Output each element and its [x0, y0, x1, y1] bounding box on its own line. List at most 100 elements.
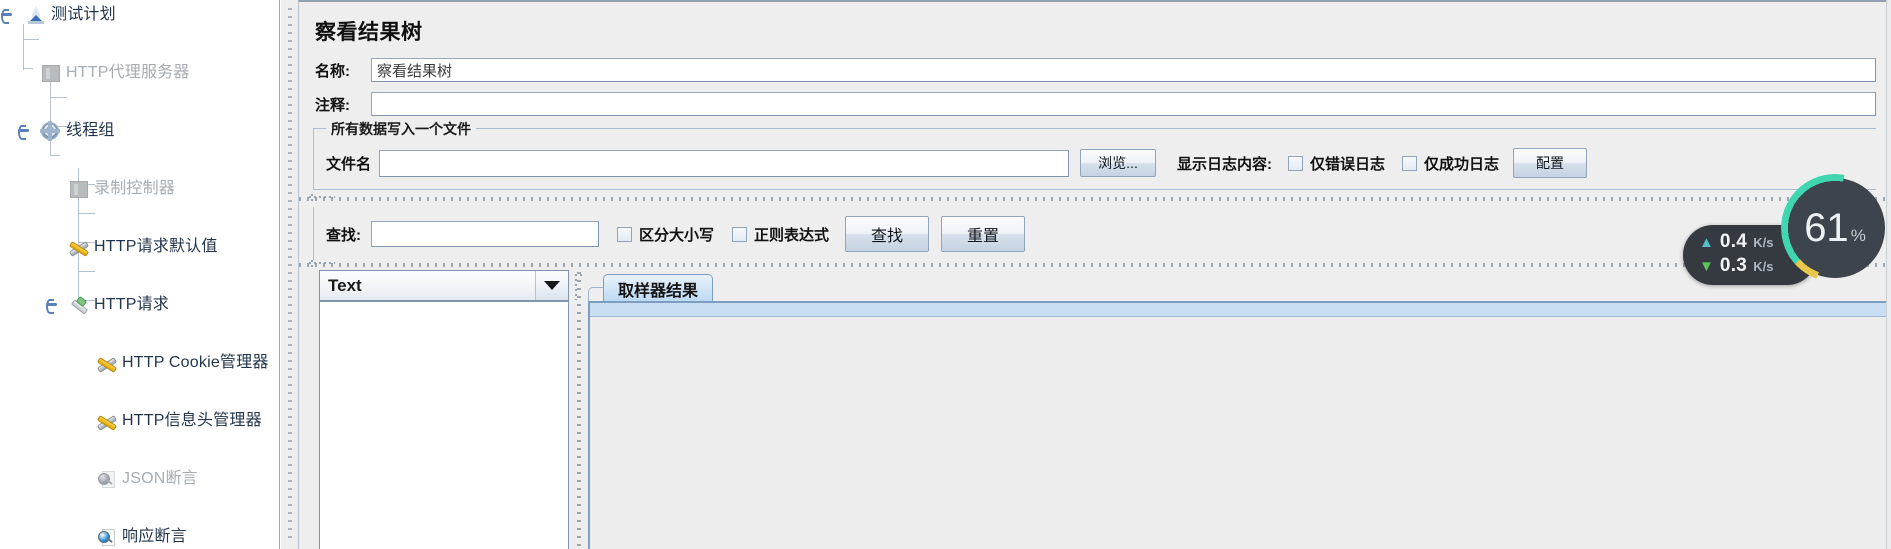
- proxy-server-icon: [40, 63, 60, 83]
- search-label: 查找:: [326, 224, 361, 245]
- splitter-grip: [299, 197, 1891, 201]
- test-plan-tree[interactable]: 测试计划 HTTP代理服务器 线程组 录制控制器 HTTP请求默认值 HTTP请…: [0, 0, 280, 549]
- tree-expander-icon[interactable]: [18, 125, 29, 136]
- regex-label: 正则表达式: [754, 224, 829, 245]
- errors-only-label: 仅错误日志: [1310, 153, 1385, 174]
- content-header-strip: [590, 303, 1888, 317]
- filename-input[interactable]: [379, 150, 1069, 177]
- main-splitter[interactable]: [280, 0, 299, 549]
- log-display-label: 显示日志内容:: [1177, 153, 1272, 174]
- find-button[interactable]: 查找: [845, 216, 929, 252]
- tree-item-label: HTTP Cookie管理器: [122, 355, 269, 371]
- tree-item-http-defaults[interactable]: HTTP请求默认值: [0, 232, 279, 261]
- comment-row: 注释:: [315, 92, 1885, 116]
- tree-line: [78, 213, 95, 214]
- case-sensitive-checkbox-wrap[interactable]: 区分大小写: [617, 224, 714, 245]
- download-speed-unit: K/s: [1753, 259, 1773, 274]
- horizontal-splitter-bottom[interactable]: [299, 260, 1891, 270]
- tree-item-header-manager[interactable]: HTTP信息头管理器: [0, 406, 279, 435]
- tree-line: [23, 39, 39, 40]
- success-only-checkbox[interactable]: [1402, 156, 1417, 171]
- regex-checkbox-wrap[interactable]: 正则表达式: [732, 224, 829, 245]
- page-title: 察看结果树: [315, 16, 423, 46]
- splitter-handle[interactable]: [575, 274, 583, 300]
- upload-arrow-icon: ▲: [1699, 235, 1714, 250]
- download-speed-value: 0.3: [1720, 255, 1747, 277]
- cookie-manager-icon: [96, 353, 116, 373]
- tree-item-test-plan[interactable]: 测试计划: [0, 0, 279, 29]
- upload-speed-unit: K/s: [1753, 235, 1773, 250]
- tree-item-response-assertion[interactable]: 响应断言: [0, 522, 279, 549]
- splitter-handle[interactable]: [309, 194, 335, 204]
- success-only-label: 仅成功日志: [1424, 153, 1499, 174]
- cpu-usage-widget: 61 %: [1785, 178, 1885, 278]
- splitter-handle[interactable]: [309, 260, 335, 270]
- tree-item-json-assertion[interactable]: JSON断言: [0, 464, 279, 493]
- sampler-result-pane: 取样器结果: [588, 270, 1890, 549]
- tree-expander-icon[interactable]: [1, 9, 12, 20]
- results-list[interactable]: [319, 301, 569, 549]
- tree-item-cookie-manager[interactable]: HTTP Cookie管理器: [0, 348, 279, 377]
- case-sensitive-checkbox[interactable]: [617, 227, 632, 242]
- tree-item-label: 线程组: [66, 123, 115, 139]
- errors-only-checkbox-wrap[interactable]: 仅错误日志: [1288, 153, 1385, 174]
- write-all-data-to-file-group: 所有数据写入一个文件 文件名 浏览... 显示日志内容: 仅错误日志 仅成功日志…: [313, 128, 1876, 190]
- recording-controller-icon: [68, 179, 88, 199]
- case-sensitive-label: 区分大小写: [639, 224, 714, 245]
- regex-checkbox[interactable]: [732, 227, 747, 242]
- window-scrollbar[interactable]: [1886, 0, 1891, 549]
- chevron-down-icon[interactable]: [535, 271, 568, 300]
- json-assertion-icon: [96, 469, 116, 489]
- filename-row: 文件名 浏览... 显示日志内容: 仅错误日志 仅成功日志 配置: [326, 148, 1587, 178]
- http-request-icon: [68, 295, 88, 315]
- test-plan-icon: [27, 6, 45, 24]
- tree-line: [50, 97, 67, 98]
- name-label: 名称:: [315, 60, 371, 81]
- browse-button[interactable]: 浏览...: [1080, 149, 1156, 177]
- results-area: Text 取样器结果: [313, 270, 1890, 549]
- horizontal-splitter-top[interactable]: [299, 194, 1891, 204]
- results-splitter[interactable]: [571, 270, 587, 549]
- cpu-usage-value: 61: [1804, 208, 1849, 248]
- download-arrow-icon: ▼: [1699, 259, 1714, 274]
- tree-item-http-proxy-server[interactable]: HTTP代理服务器: [0, 58, 279, 87]
- comment-input[interactable]: [371, 92, 1876, 116]
- search-input[interactable]: [371, 221, 599, 247]
- renderer-select-value: Text: [320, 276, 535, 296]
- splitter-grip: [299, 263, 1891, 267]
- comment-label: 注释:: [315, 94, 371, 115]
- tree-item-label: HTTP信息头管理器: [122, 413, 262, 429]
- tree-item-label: HTTP请求默认值: [94, 239, 218, 255]
- http-defaults-icon: [68, 237, 88, 257]
- tree-line: [78, 271, 95, 272]
- success-only-checkbox-wrap[interactable]: 仅成功日志: [1402, 153, 1499, 174]
- cpu-usage-unit: %: [1851, 226, 1866, 246]
- tree-item-thread-group[interactable]: 线程组: [0, 116, 279, 145]
- tree-item-label: JSON断言: [122, 471, 198, 487]
- reset-button[interactable]: 重置: [941, 216, 1025, 252]
- thread-group-icon: [40, 121, 60, 141]
- jmeter-window: 测试计划 HTTP代理服务器 线程组 录制控制器 HTTP请求默认值 HTTP请…: [0, 0, 1891, 549]
- errors-only-checkbox[interactable]: [1288, 156, 1303, 171]
- tree-item-http-request[interactable]: HTTP请求: [0, 290, 279, 319]
- element-config-panel: 察看结果树 名称: 注释: 所有数据写入一个文件 文件名 浏览... 显示日志内…: [298, 0, 1891, 549]
- cpu-usage-label: 61 %: [1804, 208, 1866, 248]
- tree-item-label: 响应断言: [122, 529, 187, 545]
- configure-button[interactable]: 配置: [1513, 148, 1587, 178]
- sampler-result-content[interactable]: [588, 301, 1890, 549]
- splitter-grip: [288, 8, 292, 541]
- tree-item-recording-controller[interactable]: 录制控制器: [0, 174, 279, 203]
- name-input[interactable]: [371, 58, 1876, 82]
- group-title: 所有数据写入一个文件: [326, 119, 476, 139]
- tab-leader-decoration: [588, 287, 603, 302]
- tree-line: [50, 155, 60, 156]
- header-manager-icon: [96, 411, 116, 431]
- splitter-grip: [577, 272, 581, 549]
- tree-item-label: 测试计划: [51, 7, 116, 23]
- tree-expander-icon[interactable]: [46, 299, 57, 310]
- name-row: 名称:: [315, 58, 1885, 82]
- renderer-select[interactable]: Text: [319, 270, 569, 301]
- filename-label: 文件名: [326, 153, 371, 174]
- tree-item-label: HTTP代理服务器: [66, 65, 190, 81]
- tab-sampler-result[interactable]: 取样器结果: [603, 274, 713, 302]
